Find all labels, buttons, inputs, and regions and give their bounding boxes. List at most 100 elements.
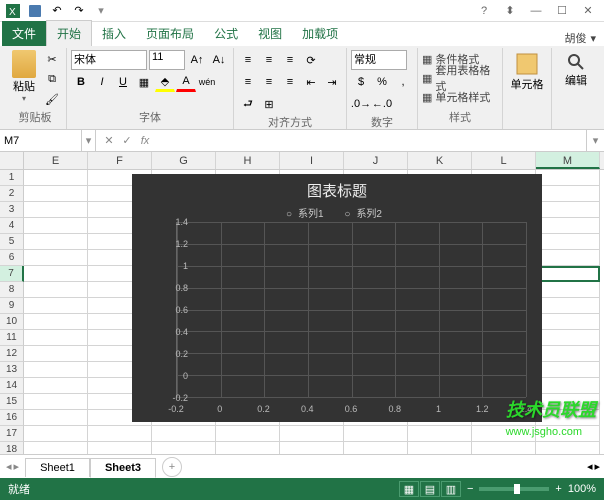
undo-icon[interactable]: ↶ [48,2,66,20]
col-header-M[interactable]: M [536,152,600,169]
chart-plot-area[interactable] [176,222,526,398]
cell-M11[interactable] [536,330,600,346]
tab-file[interactable]: 文件 [2,21,46,46]
tab-home[interactable]: 开始 [46,20,92,46]
tab-formulas[interactable]: 公式 [204,21,248,46]
cell-F17[interactable] [88,426,152,442]
align-bottom-icon[interactable]: ≡ [280,50,300,70]
cell-J18[interactable] [344,442,408,454]
cell-E15[interactable] [24,394,88,410]
cell-E18[interactable] [24,442,88,454]
select-all-corner[interactable] [0,152,24,169]
sheet-tab-1[interactable]: Sheet1 [25,458,90,477]
cell-K17[interactable] [408,426,472,442]
phonetic-button[interactable]: wén [197,72,217,92]
row-header-17[interactable]: 17 [0,426,24,442]
indent-inc-icon[interactable]: ⇥ [322,72,342,92]
cell-E8[interactable] [24,282,88,298]
col-header-H[interactable]: H [216,152,280,169]
chart-title[interactable]: 图表标题 [132,174,542,205]
view-pagebreak-icon[interactable]: ▥ [441,481,461,497]
cell-E3[interactable] [24,202,88,218]
namebox-dropdown-icon[interactable]: ▾ [82,130,96,151]
cell-F18[interactable] [88,442,152,454]
cell-E13[interactable] [24,362,88,378]
cell-M10[interactable] [536,314,600,330]
cell-H18[interactable] [216,442,280,454]
cell-E4[interactable] [24,218,88,234]
align-right-icon[interactable]: ≡ [280,72,300,92]
cell-M14[interactable] [536,378,600,394]
cell-M4[interactable] [536,218,600,234]
cell-E11[interactable] [24,330,88,346]
cell-E5[interactable] [24,234,88,250]
maximize-icon[interactable]: ☐ [550,2,574,20]
cell-E17[interactable] [24,426,88,442]
bold-button[interactable]: B [71,72,91,92]
cell-E2[interactable] [24,186,88,202]
zoom-out-icon[interactable]: − [467,483,473,495]
cell-styles-button[interactable]: ▦ 单元格样式 [422,88,498,106]
cell-M8[interactable] [536,282,600,298]
cell-J17[interactable] [344,426,408,442]
currency-icon[interactable]: $ [351,72,371,92]
col-header-I[interactable]: I [280,152,344,169]
help-icon[interactable]: ? [472,2,496,20]
zoom-in-icon[interactable]: + [555,483,561,495]
qat-dropdown-icon[interactable]: ▾ [92,2,110,20]
cell-G18[interactable] [152,442,216,454]
row-header-11[interactable]: 11 [0,330,24,346]
decrease-font-icon[interactable]: A↓ [209,50,229,70]
cell-L17[interactable] [472,426,536,442]
cut-icon[interactable]: ✂ [42,50,62,68]
row-header-12[interactable]: 12 [0,346,24,362]
cell-M12[interactable] [536,346,600,362]
cell-I18[interactable] [280,442,344,454]
cell-E9[interactable] [24,298,88,314]
row-header-16[interactable]: 16 [0,410,24,426]
wrap-text-icon[interactable]: ⮐ [238,94,258,114]
sheet-tab-3[interactable]: Sheet3 [90,458,156,478]
col-header-E[interactable]: E [24,152,88,169]
comma-icon[interactable]: , [393,72,413,92]
number-format-select[interactable]: 常规 [351,50,407,70]
align-middle-icon[interactable]: ≡ [259,50,279,70]
row-header-4[interactable]: 4 [0,218,24,234]
row-header-13[interactable]: 13 [0,362,24,378]
col-header-K[interactable]: K [408,152,472,169]
cell-L18[interactable] [472,442,536,454]
row-header-10[interactable]: 10 [0,314,24,330]
copy-icon[interactable]: ⧉ [42,70,62,88]
cell-E14[interactable] [24,378,88,394]
fx-icon[interactable]: fx [138,135,152,147]
paste-dropdown-icon[interactable]: ▾ [22,94,26,103]
tab-layout[interactable]: 页面布局 [136,21,204,46]
row-header-14[interactable]: 14 [0,378,24,394]
cell-E10[interactable] [24,314,88,330]
merge-icon[interactable]: ⊞ [259,94,279,114]
tab-view[interactable]: 视图 [248,21,292,46]
zoom-level[interactable]: 100% [568,483,596,495]
decrease-decimal-icon[interactable]: ←.0 [372,94,392,114]
find-button[interactable]: 编辑 [556,50,596,127]
align-left-icon[interactable]: ≡ [238,72,258,92]
cell-M18[interactable] [536,442,600,454]
col-header-L[interactable]: L [472,152,536,169]
font-size-select[interactable]: 11 [149,50,185,70]
cells-button[interactable]: 单元格 [507,50,547,127]
cell-M13[interactable] [536,362,600,378]
cell-K18[interactable] [408,442,472,454]
cell-E16[interactable] [24,410,88,426]
cell-E6[interactable] [24,250,88,266]
fill-color-button[interactable]: ⬘ [155,72,175,92]
table-format-button[interactable]: ▦ 套用表格格式 [422,69,498,87]
tab-addins[interactable]: 加载项 [292,21,348,46]
font-color-button[interactable]: A [176,72,196,92]
sheet-nav-first-icon[interactable]: ◂ [6,460,12,473]
embedded-chart[interactable]: 图表标题 ○系列1 ○系列2 1.41.210.80.60.40.20-0.2-… [132,174,542,422]
row-header-8[interactable]: 8 [0,282,24,298]
zoom-slider[interactable] [479,487,549,491]
row-header-3[interactable]: 3 [0,202,24,218]
cell-M2[interactable] [536,186,600,202]
minimize-icon[interactable]: — [524,2,548,20]
